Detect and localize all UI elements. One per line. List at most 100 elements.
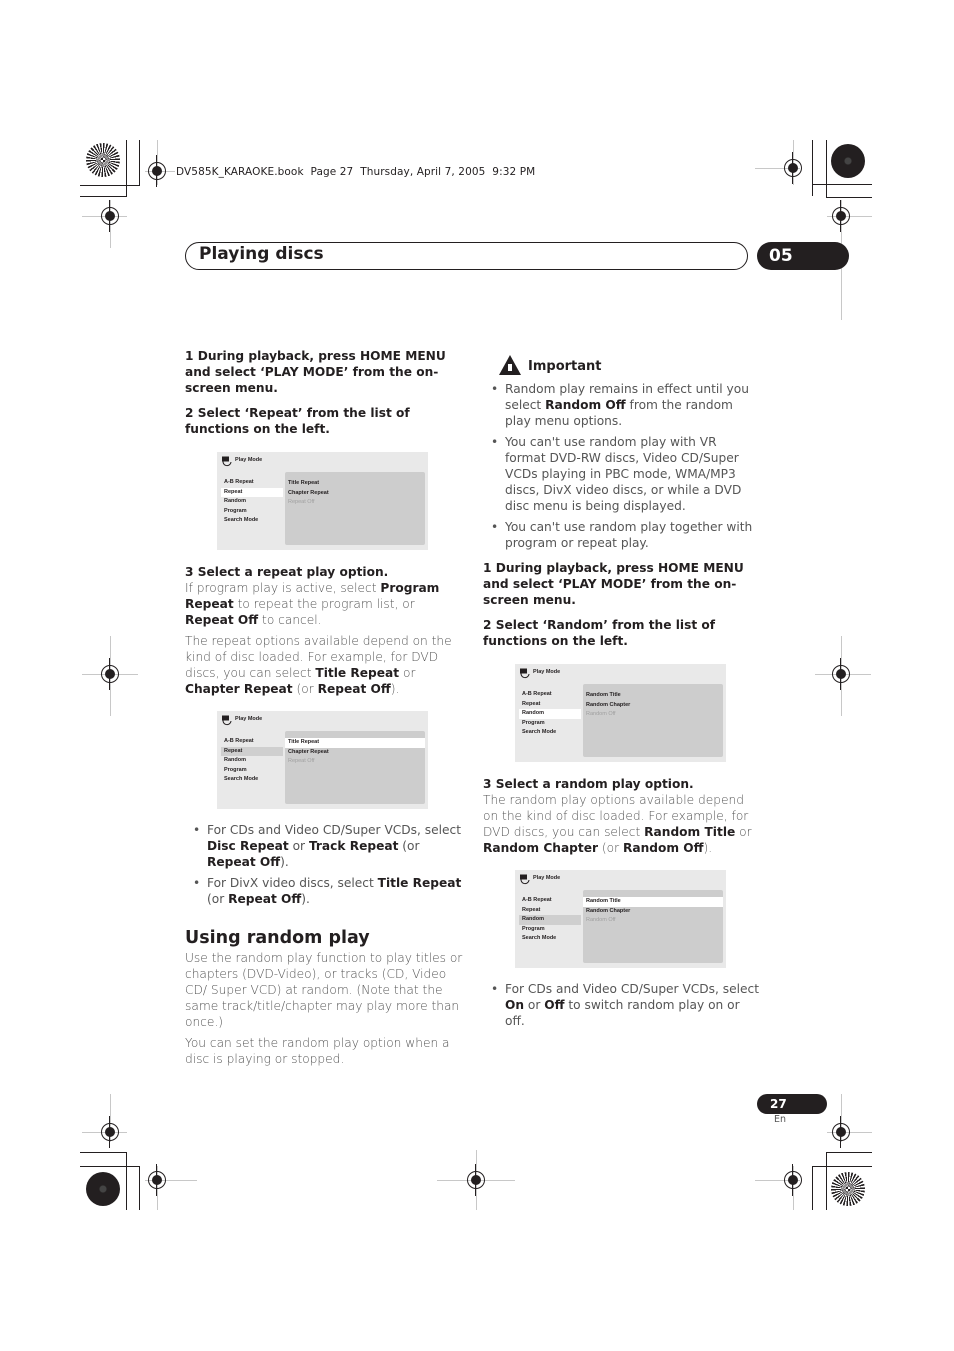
bullet-item: • For DivX video discs, select Title Rep… xyxy=(193,876,462,906)
function-list: A-B Repeat Repeat Random Program Search … xyxy=(221,478,283,526)
crop-line xyxy=(80,185,140,186)
menu-item-repeat[interactable]: Repeat xyxy=(519,700,581,710)
option-chapter-repeat[interactable]: Chapter Repeat xyxy=(285,489,425,499)
crop-line xyxy=(139,140,140,186)
step-1: 1 During playback, press HOME MENU and s… xyxy=(185,349,446,395)
registration-mark-icon xyxy=(101,658,119,690)
menu-item-search-mode[interactable]: Search Mode xyxy=(519,934,581,944)
option-random-title[interactable]: Random Title xyxy=(583,897,723,907)
menu-item-search-mode[interactable]: Search Mode xyxy=(221,775,283,785)
menu-item-random[interactable]: Random xyxy=(519,709,581,719)
menu-item-program[interactable]: Program xyxy=(519,719,581,729)
option-repeat-off[interactable]: Repeat Off xyxy=(285,498,425,508)
menu-item-search-mode[interactable]: Search Mode xyxy=(221,516,283,526)
menu-item-repeat[interactable]: Repeat xyxy=(221,746,283,756)
right-step-3: 3 Select a random play option. The rando… xyxy=(483,776,759,856)
left-column: 1 During playback, press HOME MENU and s… xyxy=(185,348,463,437)
crop-line xyxy=(826,1152,827,1210)
crop-line xyxy=(812,1166,872,1167)
play-mode-icon xyxy=(520,874,530,885)
menu-item-random[interactable]: Random xyxy=(519,915,581,925)
step-3-paragraph-1: If program play is active, select Progra… xyxy=(185,580,463,628)
menu-item-ab-repeat[interactable]: A-B Repeat xyxy=(519,690,581,700)
menu-item-ab-repeat[interactable]: A-B Repeat xyxy=(519,896,581,906)
option-title-repeat[interactable]: Title Repeat xyxy=(285,738,425,748)
page-language: En xyxy=(774,1114,787,1125)
color-rose-icon xyxy=(86,1172,120,1206)
text: ). xyxy=(301,892,310,906)
options-panel: Title Repeat Chapter Repeat Repeat Off xyxy=(285,731,425,804)
text: or xyxy=(524,998,545,1012)
bold-term: Repeat Off xyxy=(317,682,391,696)
bold-term: Random Title xyxy=(644,825,736,839)
important-box: Important • Random play remains in effec… xyxy=(483,354,761,551)
crop-line xyxy=(80,1152,126,1153)
registration-mark-icon xyxy=(832,658,850,690)
screen-title: Play Mode xyxy=(533,875,561,881)
option-random-title[interactable]: Random Title xyxy=(583,691,723,701)
step-3-paragraph: The random play options available depend… xyxy=(483,792,759,856)
options-panel: Title Repeat Chapter Repeat Repeat Off xyxy=(285,472,425,545)
menu-item-ab-repeat[interactable]: A-B Repeat xyxy=(221,478,283,488)
registration-mark-icon xyxy=(148,1164,166,1196)
page-number-badge: 27 xyxy=(757,1094,827,1114)
text: You can't use random play together with … xyxy=(505,520,753,550)
bold-term: Repeat Off xyxy=(185,613,259,627)
menu-item-ab-repeat[interactable]: A-B Repeat xyxy=(221,737,283,747)
screen-title: Play Mode xyxy=(235,716,263,722)
bold-term: Chapter Repeat xyxy=(185,682,293,696)
option-chapter-repeat[interactable]: Chapter Repeat xyxy=(285,748,425,758)
text: ). xyxy=(703,841,713,855)
option-repeat-off[interactable]: Repeat Off xyxy=(285,757,425,767)
crop-line xyxy=(80,196,126,197)
menu-item-program[interactable]: Program xyxy=(221,766,283,776)
registration-mark-icon xyxy=(101,1116,119,1148)
right-steps: 1 During playback, press HOME MENU and s… xyxy=(483,560,759,649)
registration-mark-icon xyxy=(467,1164,485,1196)
options-panel: Random Title Random Chapter Random Off xyxy=(583,684,723,757)
bold-term: Random Off xyxy=(545,398,626,412)
function-list: A-B Repeat Repeat Random Program Search … xyxy=(519,690,581,738)
registration-mark-icon xyxy=(784,1164,802,1196)
registration-mark-icon xyxy=(148,155,166,187)
play-mode-screen-random: Play Mode A-B Repeat Repeat Random Progr… xyxy=(515,664,726,762)
option-random-off[interactable]: Random Off xyxy=(583,710,723,720)
bold-term: On xyxy=(505,998,525,1012)
color-rose-icon xyxy=(831,1172,865,1206)
crop-line xyxy=(812,140,813,196)
step-3-paragraph-2: The repeat options available depend on t… xyxy=(185,633,463,697)
bullet-item: • For CDs and Video CD/Super VCDs, selec… xyxy=(193,823,461,869)
menu-item-search-mode[interactable]: Search Mode xyxy=(519,728,581,738)
menu-item-random[interactable]: Random xyxy=(221,497,283,507)
section-paragraph-1: Use the random play function to play tit… xyxy=(185,951,463,1029)
text: (or xyxy=(207,892,229,906)
option-random-off[interactable]: Random Off xyxy=(583,916,723,926)
text: to cancel. xyxy=(258,613,322,627)
function-list: A-B Repeat Repeat Random Program Search … xyxy=(221,737,283,785)
bold-term: Repeat Off xyxy=(207,855,281,869)
bold-term: Disc Repeat xyxy=(207,839,289,853)
menu-item-random[interactable]: Random xyxy=(221,756,283,766)
step-3-heading: 3 Select a repeat play option. xyxy=(185,565,389,579)
option-random-chapter[interactable]: Random Chapter xyxy=(583,701,723,711)
menu-item-program[interactable]: Program xyxy=(221,507,283,517)
registration-mark-icon xyxy=(784,152,802,184)
bold-term: Random Off xyxy=(622,841,704,855)
option-title-repeat[interactable]: Title Repeat xyxy=(285,479,425,489)
text: For CDs and Video CD/Super VCDs, select xyxy=(207,823,461,837)
option-random-chapter[interactable]: Random Chapter xyxy=(583,907,723,917)
step-2: 2 Select ‘Repeat’ from the list of funct… xyxy=(185,406,410,436)
text: (or xyxy=(398,839,420,853)
play-mode-icon xyxy=(222,715,232,726)
crop-line xyxy=(126,140,127,197)
crop-line xyxy=(126,1152,127,1210)
bold-term: Random Chapter xyxy=(483,841,598,855)
menu-item-program[interactable]: Program xyxy=(519,925,581,935)
menu-item-repeat[interactable]: Repeat xyxy=(519,906,581,916)
bold-term: Title Repeat xyxy=(315,666,400,680)
menu-item-repeat[interactable]: Repeat xyxy=(221,487,283,497)
section-paragraph-2: You can set the random play option when … xyxy=(185,1036,450,1066)
important-warning-icon xyxy=(499,355,521,375)
play-mode-screen-random-title: Play Mode A-B Repeat Repeat Random Progr… xyxy=(515,870,726,968)
crop-line xyxy=(812,1166,813,1210)
